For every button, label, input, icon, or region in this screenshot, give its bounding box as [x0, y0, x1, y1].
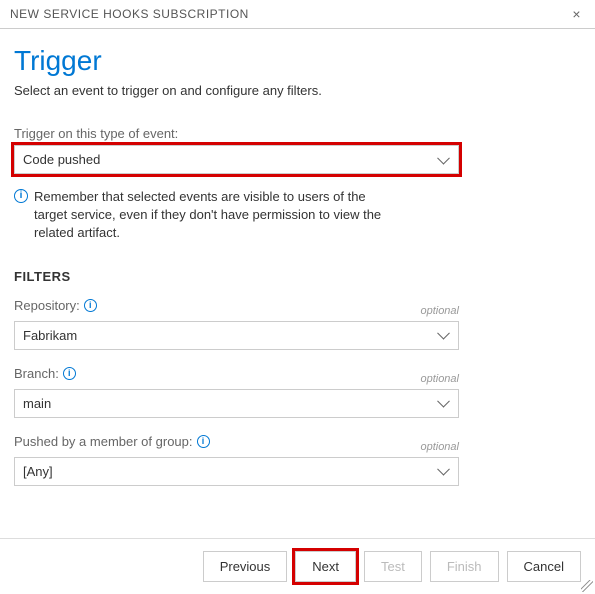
- resize-grip-icon[interactable]: [581, 580, 593, 592]
- dialog-title: NEW SERVICE HOOKS SUBSCRIPTION: [10, 7, 249, 21]
- event-info-row: i Remember that selected events are visi…: [14, 188, 459, 243]
- filter-repository: Repository: i optional Fabrikam: [14, 298, 459, 350]
- dialog-footer: Previous Next Test Finish Cancel: [0, 538, 595, 594]
- group-label: Pushed by a member of group:: [14, 434, 193, 449]
- page-subtitle: Select an event to trigger on and config…: [14, 83, 581, 98]
- event-type-select[interactable]: Code pushed: [14, 145, 459, 174]
- filters-heading: FILTERS: [14, 269, 581, 284]
- branch-select[interactable]: main: [14, 389, 459, 418]
- filter-branch: Branch: i optional main: [14, 366, 459, 418]
- finish-button: Finish: [430, 551, 499, 582]
- branch-value: main: [23, 396, 51, 411]
- group-value: [Any]: [23, 464, 53, 479]
- optional-text: optional: [420, 441, 459, 453]
- previous-button[interactable]: Previous: [203, 551, 288, 582]
- next-button[interactable]: Next: [295, 551, 356, 582]
- info-icon[interactable]: i: [197, 435, 210, 448]
- event-type-select-wrap: Code pushed: [14, 145, 459, 174]
- repository-label-row: Repository: i: [14, 298, 97, 313]
- branch-label-row: Branch: i: [14, 366, 76, 381]
- group-select[interactable]: [Any]: [14, 457, 459, 486]
- event-type-block: Trigger on this type of event: Code push…: [14, 126, 459, 243]
- cancel-button[interactable]: Cancel: [507, 551, 581, 582]
- dialog-titlebar: NEW SERVICE HOOKS SUBSCRIPTION ×: [0, 0, 595, 29]
- event-info-text: Remember that selected events are visibl…: [34, 188, 399, 243]
- info-icon[interactable]: i: [63, 367, 76, 380]
- filter-group: Pushed by a member of group: i optional …: [14, 434, 459, 486]
- dialog-content: Trigger Select an event to trigger on an…: [0, 29, 595, 486]
- info-icon: i: [14, 189, 28, 203]
- group-label-row: Pushed by a member of group: i: [14, 434, 210, 449]
- test-button: Test: [364, 551, 422, 582]
- event-type-value: Code pushed: [23, 152, 100, 167]
- info-icon[interactable]: i: [84, 299, 97, 312]
- optional-text: optional: [420, 373, 459, 385]
- repository-value: Fabrikam: [23, 328, 77, 343]
- optional-text: optional: [420, 305, 459, 317]
- branch-label: Branch:: [14, 366, 59, 381]
- repository-select[interactable]: Fabrikam: [14, 321, 459, 350]
- page-title: Trigger: [14, 45, 581, 77]
- event-type-label: Trigger on this type of event:: [14, 126, 459, 141]
- repository-label: Repository:: [14, 298, 80, 313]
- close-icon[interactable]: ×: [568, 6, 585, 22]
